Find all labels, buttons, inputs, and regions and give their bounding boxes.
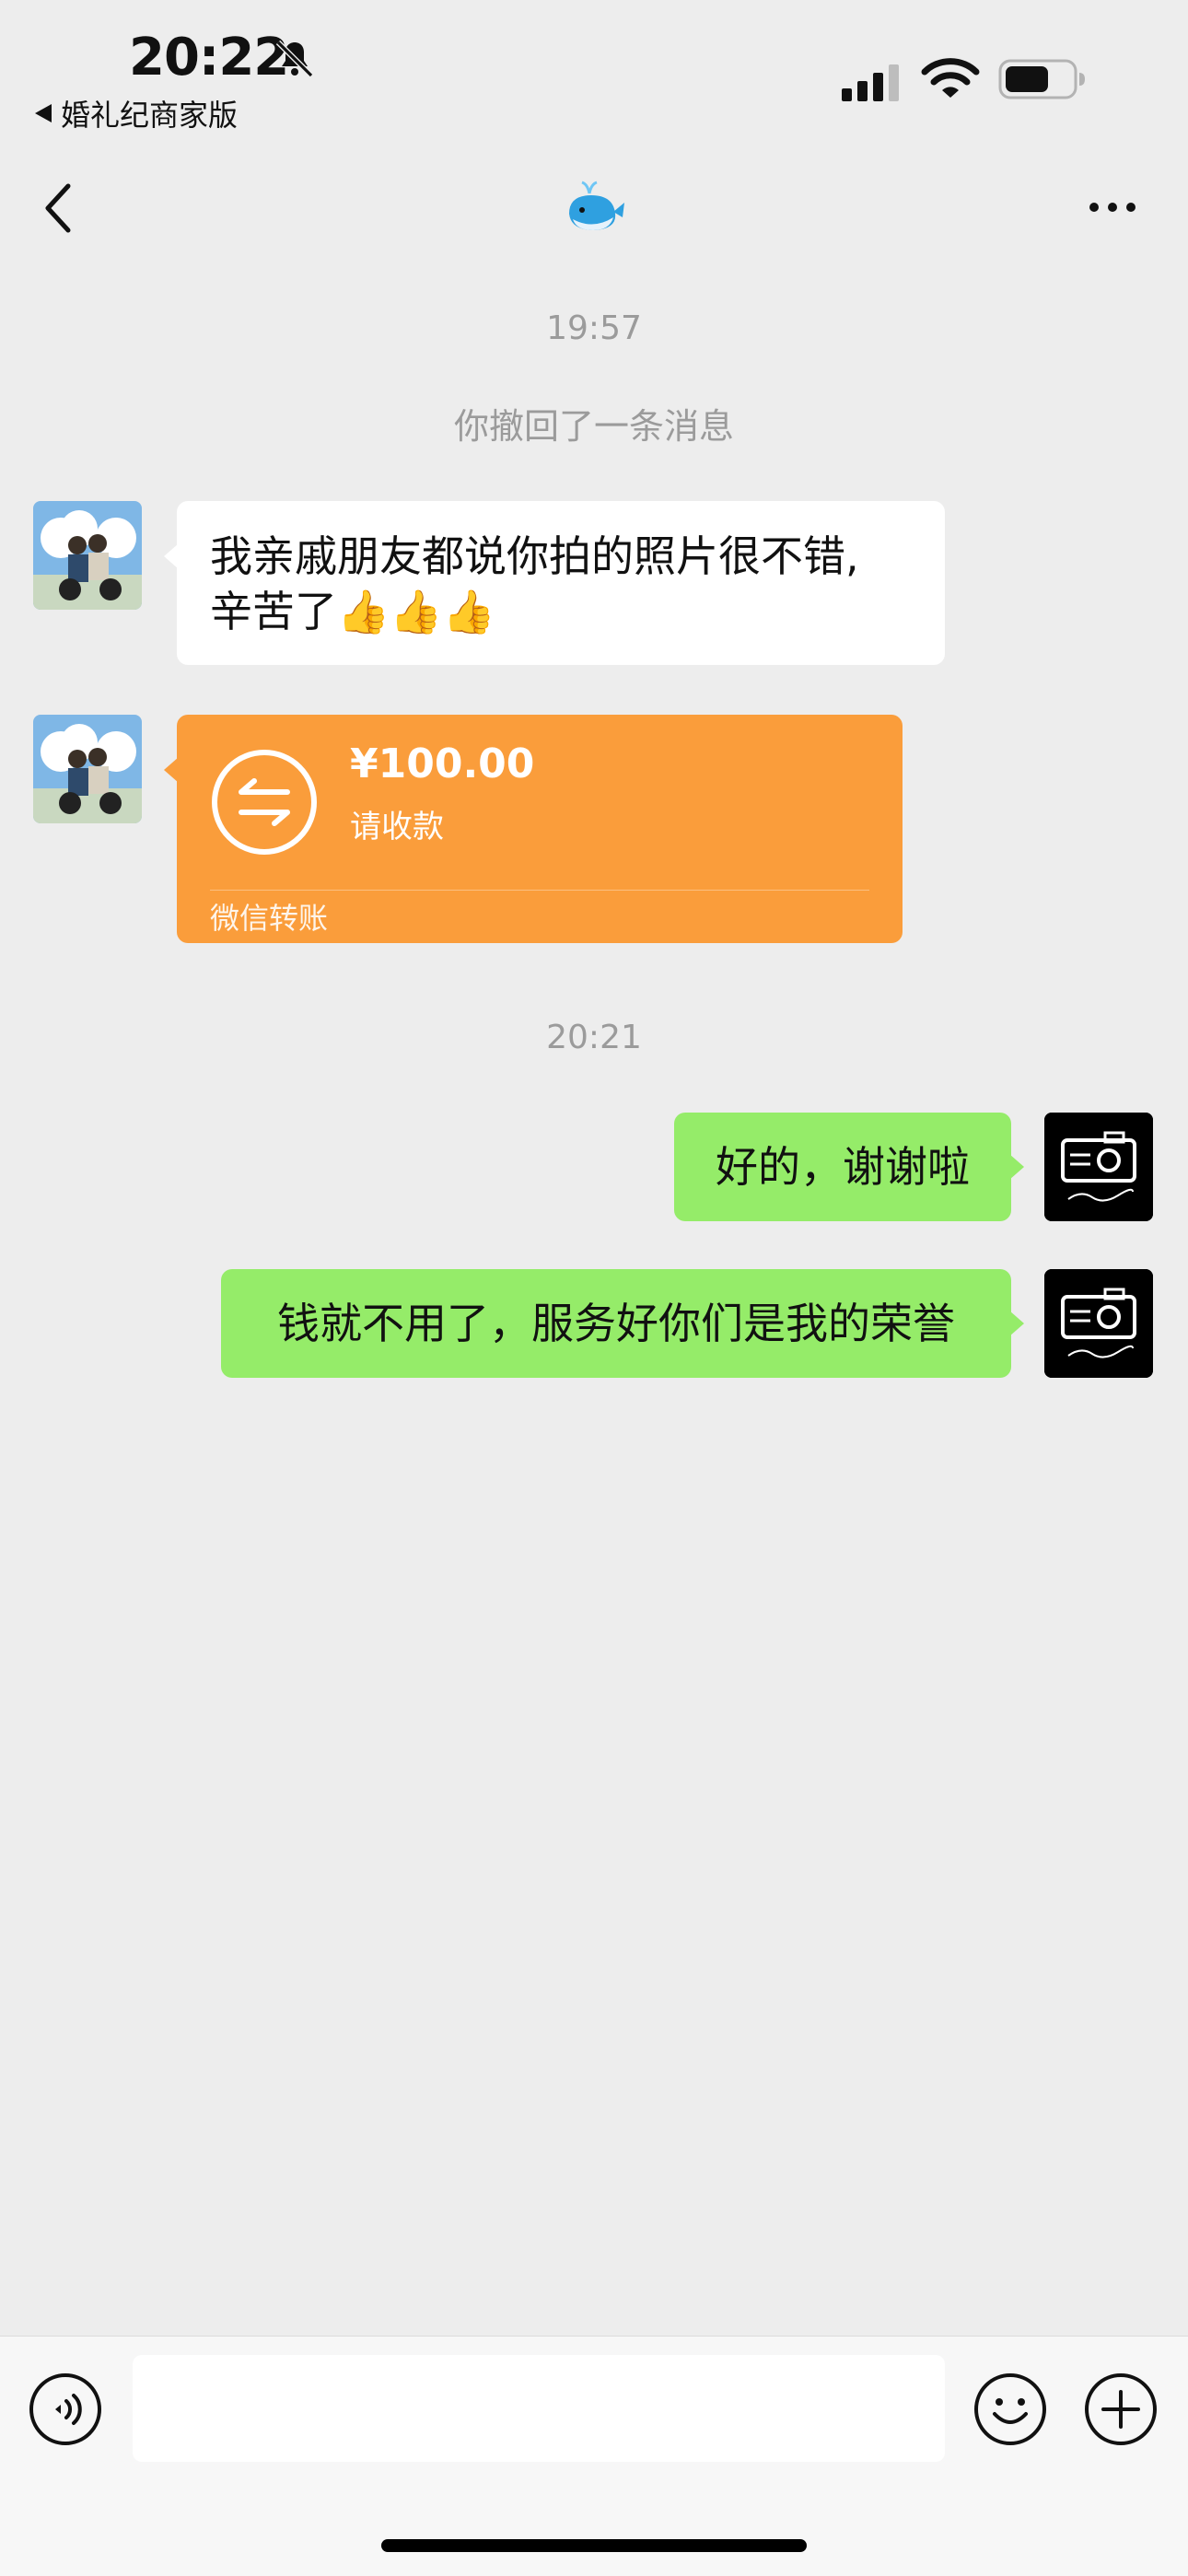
sent-message-bubble[interactable]: 好的，谢谢啦 xyxy=(674,1113,1024,1221)
recall-notice: 你撤回了一条消息 xyxy=(453,406,734,447)
voice-icon[interactable] xyxy=(28,2372,103,2447)
my-avatar[interactable] xyxy=(1044,1269,1153,1378)
emoji-icon[interactable] xyxy=(973,2372,1048,2447)
transfer-status: 请收款 xyxy=(350,809,444,845)
sent-message-bubble[interactable]: 钱就不用了，服务好你们是我的荣誉 xyxy=(221,1269,1024,1378)
thumbs-up-emoji: 👍👍👍 xyxy=(337,587,495,636)
back-triangle-icon xyxy=(35,104,52,122)
timestamp: 19:57 xyxy=(546,309,642,347)
contact-avatar[interactable] xyxy=(33,715,142,823)
transfer-card[interactable]: ¥100.00 请收款 微信转账 xyxy=(164,715,903,943)
message-text: 钱就不用了，服务好你们是我的荣誉 xyxy=(277,1299,955,1348)
status-time: 20:22 xyxy=(129,28,289,87)
transfer-arrows-icon xyxy=(212,750,317,855)
timestamp: 20:21 xyxy=(546,1019,642,1056)
back-chevron-icon[interactable] xyxy=(37,181,83,236)
input-bar xyxy=(0,2336,1188,2576)
contact-avatar[interactable] xyxy=(33,501,142,610)
my-avatar[interactable] xyxy=(1044,1113,1153,1221)
signal-icon xyxy=(842,64,899,101)
message-text-line2: 辛苦了👍👍👍 xyxy=(210,587,495,636)
wifi-icon xyxy=(921,58,980,98)
home-indicator[interactable] xyxy=(381,2539,807,2552)
divider xyxy=(210,890,869,891)
back-app-label: 婚礼纪商家版 xyxy=(61,98,239,133)
plus-icon[interactable] xyxy=(1083,2372,1159,2447)
more-dots-icon[interactable] xyxy=(1085,193,1140,221)
transfer-footer-label: 微信转账 xyxy=(210,901,329,936)
message-text: 好的，谢谢啦 xyxy=(716,1142,970,1192)
whale-emoji-icon[interactable] xyxy=(562,175,626,239)
transfer-amount: ¥100.00 xyxy=(350,740,535,787)
message-text: 我亲戚朋友都说你拍的照片很不错, xyxy=(210,531,859,581)
back-to-app-link[interactable]: 婚礼纪商家版 xyxy=(35,92,238,134)
battery-icon xyxy=(998,59,1085,99)
message-input[interactable] xyxy=(133,2355,945,2462)
received-message-bubble[interactable]: 我亲戚朋友都说你拍的照片很不错, 辛苦了👍👍👍 xyxy=(164,501,945,665)
bell-muted-icon xyxy=(275,40,314,78)
